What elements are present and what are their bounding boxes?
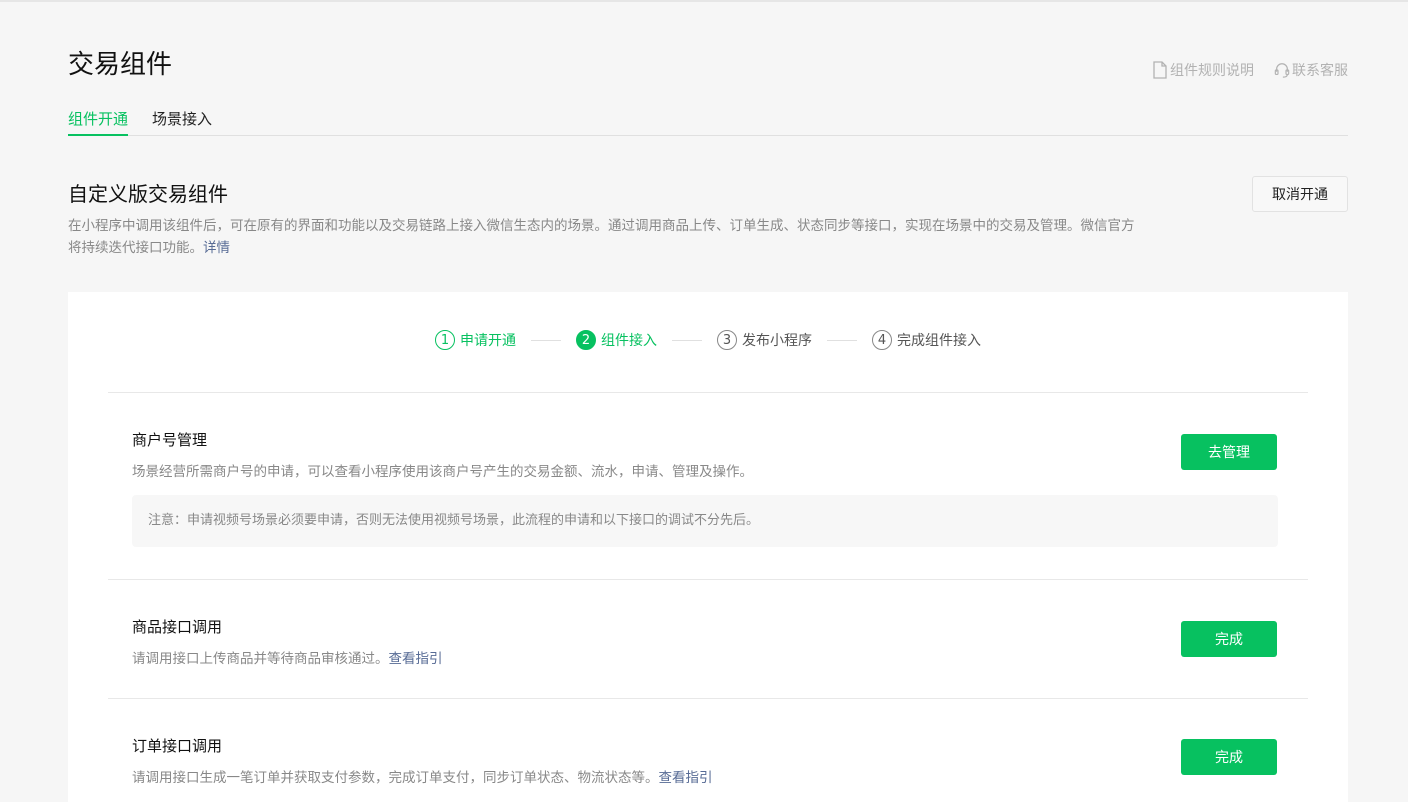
step-publish: 3 发布小程序 bbox=[717, 330, 812, 350]
notice-box: 注意：申请视频号场景必须要申请，否则无法使用视频号场景，此流程的申请和以下接口的… bbox=[132, 495, 1278, 547]
tab-scene-integration[interactable]: 场景接入 bbox=[152, 106, 212, 134]
step-apply: 1 申请开通 bbox=[435, 330, 516, 350]
product-complete-button[interactable]: 完成 bbox=[1181, 621, 1277, 657]
product-guide-link[interactable]: 查看指引 bbox=[389, 651, 443, 667]
cancel-activation-button[interactable]: 取消开通 bbox=[1252, 176, 1348, 212]
divider bbox=[108, 392, 1308, 393]
order-api-desc-text: 请调用接口生成一笔订单并获取支付参数，完成订单支付，同步订单状态、物流状态等。 bbox=[132, 770, 659, 786]
section-description: 在小程序中调用该组件后，可在原有的界面和功能以及交易链路上接入微信生态内的场景。… bbox=[68, 215, 1143, 259]
rules-link[interactable]: 组件规则说明 bbox=[1152, 60, 1254, 80]
step-number: 3 bbox=[717, 330, 737, 350]
step-label: 申请开通 bbox=[460, 333, 516, 349]
section-title: 自定义版交易组件 bbox=[68, 182, 228, 206]
contact-support-label: 联系客服 bbox=[1292, 63, 1348, 79]
headset-icon bbox=[1274, 63, 1290, 78]
divider bbox=[108, 698, 1308, 699]
step-connector bbox=[827, 339, 857, 341]
step-label: 发布小程序 bbox=[742, 333, 812, 349]
step-number: 2 bbox=[576, 330, 596, 350]
order-api-desc: 请调用接口生成一笔订单并获取支付参数，完成订单支付，同步订单状态、物流状态等。查… bbox=[132, 766, 713, 786]
manage-button[interactable]: 去管理 bbox=[1181, 434, 1277, 470]
rules-link-label: 组件规则说明 bbox=[1170, 63, 1254, 79]
merchant-management-title: 商户号管理 bbox=[132, 431, 208, 449]
step-complete: 4 完成组件接入 bbox=[872, 330, 981, 350]
product-api-title: 商品接口调用 bbox=[132, 618, 223, 636]
product-api-desc-text: 请调用接口上传商品并等待商品审核通过。 bbox=[132, 651, 389, 667]
tab-component-activation[interactable]: 组件开通 bbox=[68, 106, 129, 136]
order-complete-button[interactable]: 完成 bbox=[1181, 739, 1277, 775]
integration-card: 1 申请开通 2 组件接入 3 发布小程序 4 完成组件接入 商户号管理 场景经… bbox=[68, 292, 1348, 802]
header-links: 组件规则说明 联系客服 bbox=[1152, 60, 1348, 80]
step-number: 1 bbox=[435, 330, 455, 350]
page-title: 交易组件 bbox=[68, 50, 173, 80]
product-api-desc: 请调用接口上传商品并等待商品审核通过。查看指引 bbox=[132, 647, 443, 667]
document-icon bbox=[1153, 61, 1167, 79]
contact-support-link[interactable]: 联系客服 bbox=[1274, 60, 1348, 80]
divider bbox=[108, 579, 1308, 580]
details-link[interactable]: 详情 bbox=[203, 240, 230, 256]
order-api-title: 订单接口调用 bbox=[132, 737, 223, 755]
step-integrate: 2 组件接入 bbox=[576, 330, 657, 350]
merchant-management-desc: 场景经营所需商户号的申请，可以查看小程序使用该商户号产生的交易金额、流水，申请、… bbox=[132, 464, 753, 480]
step-label: 组件接入 bbox=[601, 333, 657, 349]
step-label: 完成组件接入 bbox=[897, 333, 981, 349]
step-number: 4 bbox=[872, 330, 892, 350]
tab-bar: 组件开通 场景接入 bbox=[68, 106, 1348, 136]
step-indicator: 1 申请开通 2 组件接入 3 发布小程序 4 完成组件接入 bbox=[68, 330, 1348, 350]
step-connector bbox=[672, 339, 702, 341]
step-connector bbox=[531, 339, 561, 341]
order-guide-link[interactable]: 查看指引 bbox=[659, 770, 713, 786]
